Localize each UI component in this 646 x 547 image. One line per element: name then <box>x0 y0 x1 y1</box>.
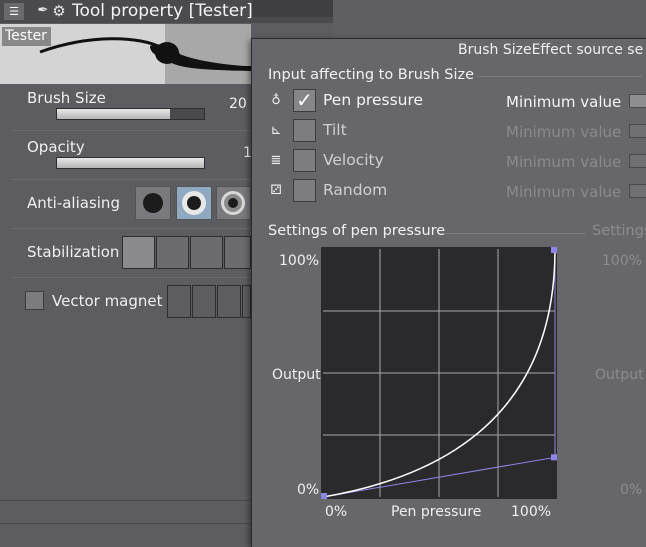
tool-property-title: Tool property [Tester] <box>72 1 253 21</box>
random-checkbox[interactable] <box>293 179 316 202</box>
velocity-icon: ≣ <box>270 153 282 168</box>
pen-pressure-label: Pen pressure <box>323 91 424 109</box>
preview-label: Tester <box>2 27 51 46</box>
tilt-label: Tilt <box>323 121 347 139</box>
curve-control-handle-2[interactable] <box>551 247 557 253</box>
tilt-minimum-value-slider[interactable] <box>629 124 646 138</box>
section-divider <box>444 233 586 234</box>
pen-nib-icon: ✒ <box>37 3 49 18</box>
divider <box>0 523 251 524</box>
anti-aliasing-label: Anti-aliasing <box>27 194 120 212</box>
section-divider <box>477 76 642 77</box>
dialog-title: Brush SizeEffect source se <box>458 42 644 58</box>
graph-x-left-label: 0% <box>325 504 348 520</box>
stabilization-label: Stabilization <box>27 243 120 261</box>
anti-aliasing-medium-button[interactable] <box>216 186 251 220</box>
anti-aliasing-none-button[interactable] <box>135 186 171 220</box>
input-section-title: Input affecting to Brush Size <box>268 67 475 83</box>
random-icon: ⚂ <box>270 183 282 198</box>
pressure-curve-svg[interactable] <box>321 247 557 499</box>
graph-y-bottom-label: 0% <box>297 482 320 498</box>
brush-size-slider[interactable] <box>56 108 205 120</box>
vector-magnet-level-2[interactable] <box>217 285 241 318</box>
vector-magnet-level-1[interactable] <box>192 285 216 318</box>
divider <box>11 228 251 229</box>
tilt-minimum-value-label: Minimum value <box>506 123 622 141</box>
graph-y-top-label: 100% <box>279 253 320 269</box>
tilt-checkbox[interactable] <box>293 119 316 142</box>
graph2-y-bottom-label: 0% <box>620 482 643 498</box>
pen-pressure-checkbox[interactable]: ✓ <box>293 89 316 112</box>
vector-magnet-label: Vector magnet <box>52 292 163 310</box>
random-minimum-value-label: Minimum value <box>506 183 622 201</box>
vector-magnet-level-3[interactable] <box>242 285 251 318</box>
curve-control-handle-1[interactable] <box>551 454 557 461</box>
stabilization-level-2[interactable] <box>190 236 223 269</box>
graph2-y-mid-label: Output <box>595 367 644 383</box>
pen-pressure-minimum-value-label: Minimum value <box>506 93 622 111</box>
vector-magnet-level-0[interactable] <box>167 285 191 318</box>
divider <box>11 179 251 180</box>
effect-source-dialog: Brush SizeEffect source se Input affecti… <box>251 38 646 547</box>
settings-section-title-right: Settings <box>592 223 646 239</box>
menu-icon[interactable]: ☰ <box>4 3 24 20</box>
pen-pressure-icon: ♁ <box>271 93 281 108</box>
stabilization-level-3[interactable] <box>224 236 251 269</box>
opacity-slider-fill <box>57 158 204 168</box>
velocity-checkbox[interactable] <box>293 149 316 172</box>
graph-x-right-label: 100% <box>511 504 552 520</box>
pen-pressure-minimum-value-slider[interactable] <box>629 94 646 108</box>
velocity-label: Velocity <box>323 151 384 169</box>
random-label: Random <box>323 181 388 199</box>
random-minimum-value-slider[interactable] <box>629 184 646 198</box>
divider <box>11 277 251 278</box>
velocity-minimum-value-slider[interactable] <box>629 154 646 168</box>
vector-magnet-checkbox[interactable] <box>25 291 44 310</box>
brush-size-label: Brush Size <box>27 89 106 107</box>
opacity-slider[interactable] <box>56 157 205 169</box>
brush-size-value: 20 <box>229 96 247 112</box>
titlebar-tab-area <box>252 0 333 17</box>
tool-property-titlebar: ☰ ✒ ⚙ Tool property [Tester] <box>0 0 333 23</box>
tilt-icon: ⊾ <box>270 123 282 138</box>
stabilization-level-0[interactable] <box>122 236 155 269</box>
gear-icon[interactable]: ⚙ <box>51 1 67 21</box>
graph2-y-top-label: 100% <box>602 253 643 269</box>
divider <box>0 500 251 501</box>
divider <box>11 130 251 131</box>
graph-x-mid-label: Pen pressure <box>391 504 482 520</box>
settings-section-title: Settings of pen pressure <box>268 223 446 239</box>
stabilization-level-1[interactable] <box>156 236 189 269</box>
graph-y-mid-label: Output <box>272 367 321 383</box>
brush-size-slider-fill <box>57 109 170 119</box>
anti-aliasing-weak-button[interactable] <box>176 186 212 220</box>
pressure-curve-graph[interactable] <box>321 247 557 499</box>
opacity-label: Opacity <box>27 138 85 156</box>
curve-control-handle-0[interactable] <box>321 493 327 499</box>
velocity-minimum-value-label: Minimum value <box>506 153 622 171</box>
brush-preview: Tester <box>0 24 251 84</box>
